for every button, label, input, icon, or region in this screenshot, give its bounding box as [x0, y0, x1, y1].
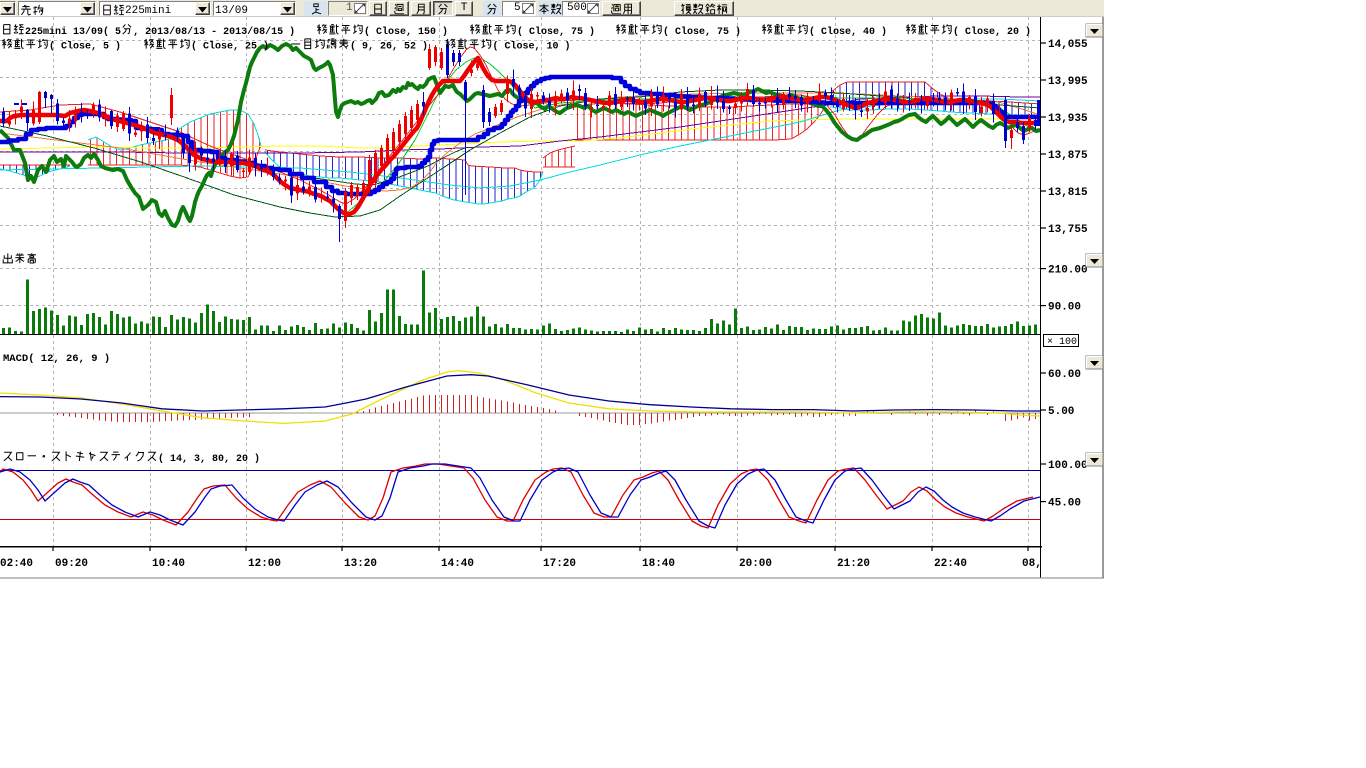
- svg-text:08,: 08,: [1022, 558, 1042, 570]
- svg-text:13,755: 13,755: [1048, 224, 1088, 236]
- svg-text:225mini 13/09( 5: 225mini 13/09( 5: [25, 26, 121, 38]
- svg-text:100.00: 100.00: [1048, 460, 1088, 472]
- svg-text:14,055: 14,055: [1048, 39, 1088, 51]
- svg-text:( Close, 25 ): ( Close, 25 ): [191, 41, 269, 53]
- svg-text:( Close, 20 ): ( Close, 20 ): [953, 26, 1031, 38]
- svg-text:( Close, 150 ): ( Close, 150 ): [364, 26, 448, 38]
- svg-text:13,935: 13,935: [1048, 113, 1088, 125]
- svg-text:( Close, 5 ): ( Close, 5 ): [49, 41, 121, 53]
- svg-text:12:00: 12:00: [248, 558, 281, 570]
- svg-text:10:40: 10:40: [152, 558, 185, 570]
- svg-text:( 9, 26, 52 ): ( 9, 26, 52 ): [350, 41, 428, 53]
- svg-text:13:20: 13:20: [344, 558, 377, 570]
- svg-text:13,875: 13,875: [1048, 150, 1088, 162]
- svg-text:60.00: 60.00: [1048, 369, 1081, 381]
- svg-text:22:40: 22:40: [934, 558, 967, 570]
- svg-text:( 14, 3, 80, 20 ): ( 14, 3, 80, 20 ): [158, 453, 260, 465]
- svg-text:21:20: 21:20: [837, 558, 870, 570]
- svg-text:5.00: 5.00: [1048, 406, 1074, 418]
- svg-text:MACD( 12, 26, 9 ): MACD( 12, 26, 9 ): [3, 353, 110, 365]
- svg-text:90.00: 90.00: [1048, 302, 1081, 314]
- svg-text:13,815: 13,815: [1048, 187, 1088, 199]
- svg-text:( Close, 40 ): ( Close, 40 ): [809, 26, 887, 38]
- svg-text:45.00: 45.00: [1048, 498, 1081, 510]
- svg-text:18:40: 18:40: [642, 558, 675, 570]
- svg-text:09:20: 09:20: [55, 558, 88, 570]
- svg-text:, 2013/08/13 - 2013/08/15 ): , 2013/08/13 - 2013/08/15 ): [133, 26, 295, 38]
- svg-text:02:40: 02:40: [0, 558, 33, 570]
- svg-text:( Close, 75 ): ( Close, 75 ): [517, 26, 595, 38]
- svg-text:20:00: 20:00: [739, 558, 772, 570]
- svg-text:× 100: × 100: [1047, 337, 1077, 348]
- svg-text:( Close, 10 ): ( Close, 10 ): [493, 41, 571, 53]
- svg-text:210.00: 210.00: [1048, 265, 1088, 277]
- svg-text:17:20: 17:20: [543, 558, 576, 570]
- svg-text:13,995: 13,995: [1048, 76, 1088, 88]
- svg-text:( Close, 75 ): ( Close, 75 ): [663, 26, 741, 38]
- svg-text:14:40: 14:40: [441, 558, 474, 570]
